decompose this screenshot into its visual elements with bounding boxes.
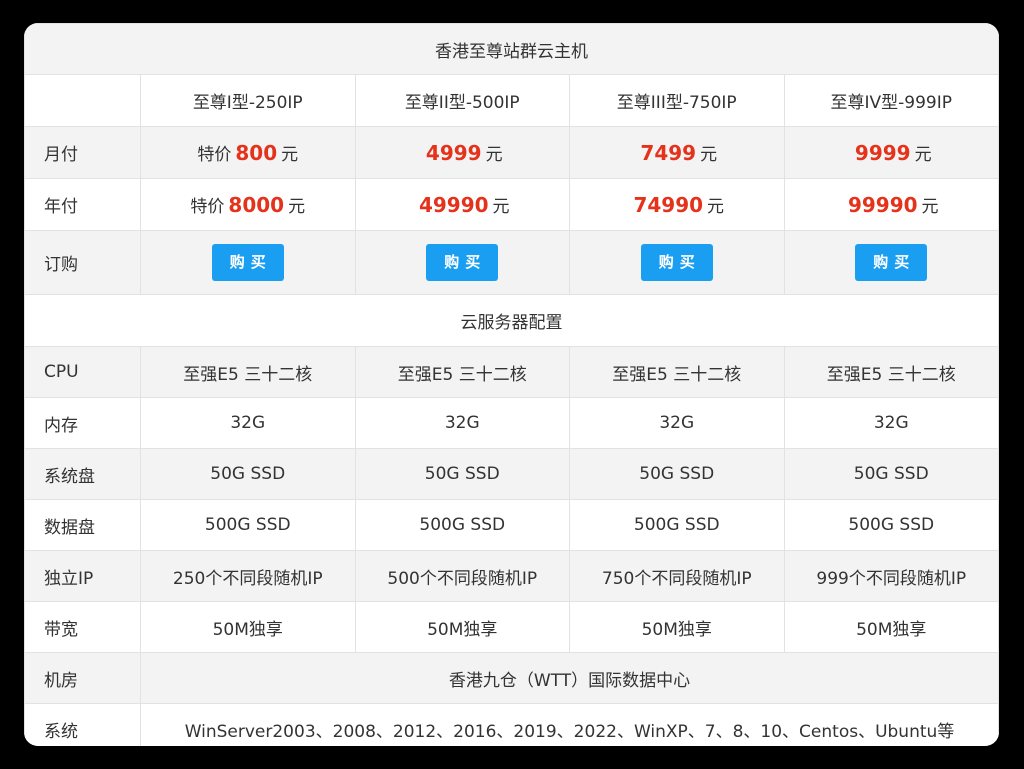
spec-value: 500G SSD <box>354 499 570 551</box>
spec-value: 750个不同段随机IP <box>569 550 785 602</box>
price-value: 8000 <box>228 193 285 217</box>
spec-label: 独立IP <box>24 550 141 602</box>
spec-value: 50M独享 <box>354 601 570 653</box>
monthly-label: 月付 <box>24 126 141 179</box>
spec-value: 50M独享 <box>783 601 999 653</box>
spec-row-cpu: CPU 至强E5 三十二核 至强E5 三十二核 至强E5 三十二核 至强E5 三… <box>24 346 999 398</box>
spec-value: 500G SSD <box>140 499 356 551</box>
spec-row-system-disk: 系统盘 50G SSD 50G SSD 50G SSD 50G SSD <box>24 448 999 500</box>
price-unit: 元 <box>921 197 939 217</box>
spec-value: 32G <box>140 397 356 449</box>
spec-row-datacenter: 机房 香港九仓（WTT）国际数据中心 <box>24 652 999 704</box>
price-value: 49990 <box>418 193 489 217</box>
yearly-label: 年付 <box>24 178 141 231</box>
spec-label: 系统盘 <box>24 448 141 500</box>
order-cell-4: 购买 <box>783 230 999 295</box>
spec-row-os: 系统 WinServer2003、2008、2012、2016、2019、202… <box>24 703 999 746</box>
title-row: 香港至尊站群云主机 <box>24 23 999 75</box>
spec-value: 50G SSD <box>569 448 785 500</box>
order-row: 订购 购买 购买 购买 购买 <box>24 230 999 295</box>
spec-row-bandwidth: 带宽 50M独享 50M独享 50M独享 50M独享 <box>24 601 999 653</box>
monthly-price-4: 9999 元 <box>783 126 999 179</box>
pricing-table: 香港至尊站群云主机 至尊I型-250IP 至尊II型-500IP 至尊III型-… <box>24 23 999 746</box>
corner-cell <box>24 74 141 127</box>
monthly-price-1: 特价 800 元 <box>140 126 356 179</box>
plan-name-3: 至尊III型-750IP <box>569 74 785 127</box>
price-unit: 元 <box>914 145 932 165</box>
spec-value: 至强E5 三十二核 <box>140 346 356 398</box>
buy-button-4[interactable]: 购买 <box>855 244 928 281</box>
plan-header-row: 至尊I型-250IP 至尊II型-500IP 至尊III型-750IP 至尊IV… <box>24 74 999 127</box>
price-value: 99990 <box>847 193 918 217</box>
yearly-price-4: 99990 元 <box>783 178 999 231</box>
price-unit: 元 <box>707 197 725 217</box>
spec-value: 500G SSD <box>569 499 785 551</box>
buy-button-2[interactable]: 购买 <box>426 244 499 281</box>
spec-label: 系统 <box>24 703 141 746</box>
price-unit: 元 <box>492 197 510 217</box>
monthly-price-3: 7499 元 <box>569 126 785 179</box>
config-section-title: 云服务器配置 <box>24 294 999 347</box>
spec-value: 250个不同段随机IP <box>140 550 356 602</box>
order-cell-1: 购买 <box>140 230 356 295</box>
spec-value: 32G <box>783 397 999 449</box>
price-prefix: 特价 <box>197 145 232 165</box>
price-prefix: 特价 <box>190 197 225 217</box>
spec-label: CPU <box>24 346 141 398</box>
price-unit: 元 <box>281 145 299 165</box>
spec-value: 至强E5 三十二核 <box>354 346 570 398</box>
spec-label: 机房 <box>24 652 141 704</box>
yearly-row: 年付 特价 8000 元 49990 元 74990 元 99990 元 <box>24 178 999 231</box>
spec-value: 500G SSD <box>783 499 999 551</box>
price-value: 4999 <box>425 141 482 165</box>
yearly-price-1: 特价 8000 元 <box>140 178 356 231</box>
price-value: 7499 <box>640 141 697 165</box>
order-cell-2: 购买 <box>354 230 570 295</box>
spec-value: 500个不同段随机IP <box>354 550 570 602</box>
table-title: 香港至尊站群云主机 <box>24 23 999 75</box>
yearly-price-3: 74990 元 <box>569 178 785 231</box>
spec-row-ip: 独立IP 250个不同段随机IP 500个不同段随机IP 750个不同段随机IP… <box>24 550 999 602</box>
spec-value: 32G <box>569 397 785 449</box>
monthly-price-2: 4999 元 <box>354 126 570 179</box>
buy-button-3[interactable]: 购买 <box>640 244 713 281</box>
price-value: 800 <box>235 141 278 165</box>
spec-value: 999个不同段随机IP <box>783 550 999 602</box>
spec-label: 数据盘 <box>24 499 141 551</box>
yearly-price-2: 49990 元 <box>354 178 570 231</box>
spec-row-data-disk: 数据盘 500G SSD 500G SSD 500G SSD 500G SSD <box>24 499 999 551</box>
spec-value: 至强E5 三十二核 <box>783 346 999 398</box>
order-cell-3: 购买 <box>569 230 785 295</box>
price-unit: 元 <box>700 145 718 165</box>
spec-value: 至强E5 三十二核 <box>569 346 785 398</box>
spec-value: 50M独享 <box>569 601 785 653</box>
spec-value: 50G SSD <box>354 448 570 500</box>
plan-name-2: 至尊II型-500IP <box>354 74 570 127</box>
config-title-row: 云服务器配置 <box>24 294 999 347</box>
plan-name-4: 至尊IV型-999IP <box>783 74 999 127</box>
spec-value: 50M独享 <box>140 601 356 653</box>
os-value: WinServer2003、2008、2012、2016、2019、2022、W… <box>140 703 999 746</box>
spec-label: 内存 <box>24 397 141 449</box>
plan-name-1: 至尊I型-250IP <box>140 74 356 127</box>
price-value: 74990 <box>633 193 704 217</box>
spec-value: 50G SSD <box>140 448 356 500</box>
spec-label: 带宽 <box>24 601 141 653</box>
price-unit: 元 <box>485 145 503 165</box>
order-label: 订购 <box>24 230 141 295</box>
datacenter-value: 香港九仓（WTT）国际数据中心 <box>140 652 999 704</box>
pricing-card: 香港至尊站群云主机 至尊I型-250IP 至尊II型-500IP 至尊III型-… <box>24 23 999 746</box>
price-unit: 元 <box>288 197 306 217</box>
buy-button-1[interactable]: 购买 <box>211 244 284 281</box>
spec-row-memory: 内存 32G 32G 32G 32G <box>24 397 999 449</box>
price-value: 9999 <box>854 141 911 165</box>
spec-value: 50G SSD <box>783 448 999 500</box>
spec-value: 32G <box>354 397 570 449</box>
monthly-row: 月付 特价 800 元 4999 元 7499 元 9999 元 <box>24 126 999 179</box>
